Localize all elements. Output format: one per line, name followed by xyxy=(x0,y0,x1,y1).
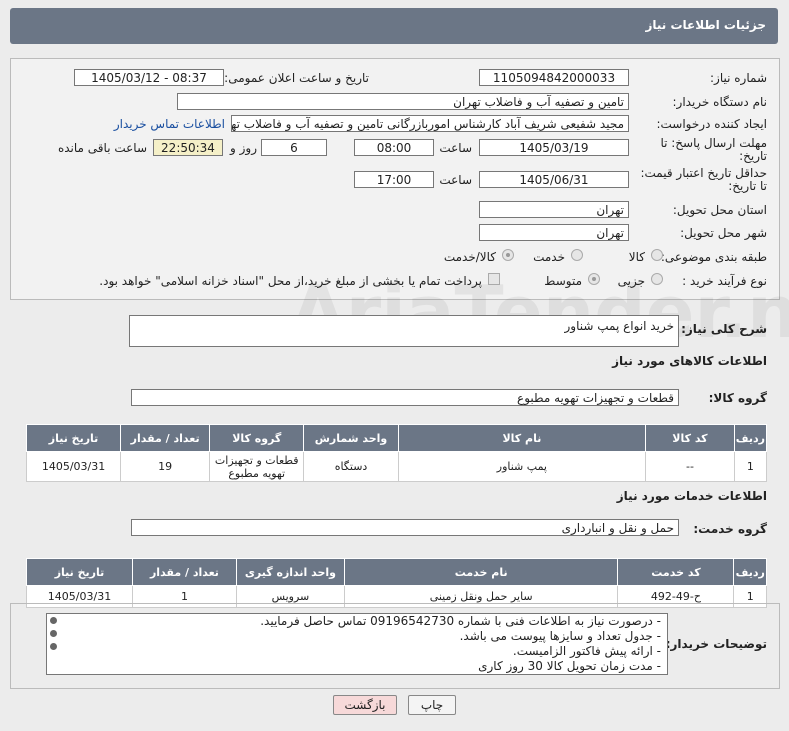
page-header: جزئیات اطلاعات نیاز xyxy=(10,8,778,44)
category-label: طبقه بندی موضوعی: xyxy=(660,250,767,264)
goods-cell-group: قطعات و تجهیزات تهویه مطبوع xyxy=(209,451,305,482)
scroll-up-dot-icon xyxy=(49,617,57,624)
days-field: 6 xyxy=(261,139,327,156)
reply-time-label: ساعت xyxy=(439,141,472,155)
summary-label: شرح کلی نیاز: xyxy=(681,322,767,336)
buyer-notes-field[interactable]: - درصورت نیاز به اطلاعات فنی با شماره 09… xyxy=(46,613,668,675)
province-field: تهران xyxy=(479,201,629,218)
buyer-notes-label: توضیحات خریدار: xyxy=(665,637,767,651)
goods-cell-date: 1405/03/31 xyxy=(25,451,122,482)
buyer-org-label: نام دستگاه خریدار: xyxy=(672,95,768,109)
treasury-payment-note: پرداخت تمام یا بخشی از مبلغ خرید،از محل … xyxy=(99,274,482,288)
treasury-payment-checkbox[interactable] xyxy=(488,273,500,285)
goods-group-field: قطعات و تجهیزات تهویه مطبوع xyxy=(131,389,679,406)
services-cell-row: 1 xyxy=(733,585,767,608)
goods-col-code: کد کالا xyxy=(645,424,735,452)
scroll-down-dot-icon xyxy=(49,643,57,650)
goods-col-date: تاریخ نیاز xyxy=(25,424,122,452)
scroll-thumb-icon xyxy=(49,630,57,637)
category-radio-goods-service[interactable] xyxy=(502,249,514,261)
creator-label: ایجاد کننده درخواست: xyxy=(656,117,767,131)
services-col-code: کد خدمت xyxy=(617,558,735,586)
goods-col-name: نام کالا xyxy=(397,424,647,452)
category-radio-goods[interactable] xyxy=(651,249,663,261)
validity-time-label: ساعت xyxy=(439,173,472,187)
city-label: شهر محل تحویل: xyxy=(680,226,767,240)
remaining-time-label: ساعت باقی مانده xyxy=(57,141,147,155)
goods-section-title: اطلاعات کالاهای مورد نیاز xyxy=(612,354,767,368)
goods-table-header: ردیف کد کالا نام کالا واحد شمارش گروه کا… xyxy=(25,424,768,452)
buyer-note-line: - ارائه پیش فاکتور الزامیست. xyxy=(512,644,661,658)
category-option-goods-service: کالا/خدمت xyxy=(443,250,496,264)
process-radio-minor[interactable] xyxy=(651,273,663,285)
services-cell-qty: 1 xyxy=(132,585,237,608)
category-radio-service[interactable] xyxy=(571,249,583,261)
services-table-header: ردیف کد خدمت نام خدمت واحد اندازه گیری ت… xyxy=(26,558,767,586)
services-col-date: تاریخ نیاز xyxy=(26,558,133,586)
process-type-label: نوع فرآیند خرید : xyxy=(682,274,767,288)
category-option-goods: کالا xyxy=(628,250,645,264)
process-option-medium: متوسط xyxy=(544,274,582,288)
goods-cell-unit: دستگاه xyxy=(303,451,399,482)
reply-time-field: 08:00 xyxy=(354,139,434,156)
services-cell-name: سایر حمل ونقل زمینی xyxy=(343,585,619,608)
goods-col-row: ردیف xyxy=(733,424,768,452)
goods-cell-name: پمپ شناور xyxy=(397,451,647,482)
need-number-field: 1105094842000033 xyxy=(479,69,629,86)
services-cell-unit: سرویس xyxy=(235,585,345,608)
validity-date-field: 1405/06/31 xyxy=(479,171,629,188)
process-radio-medium[interactable] xyxy=(588,273,600,285)
table-row: 1 -- پمپ شناور دستگاه قطعات و تجهیزات ته… xyxy=(25,451,768,482)
validity-time-field: 17:00 xyxy=(354,171,434,188)
services-group-label: گروه خدمت: xyxy=(693,522,767,536)
creator-field: مجید شفیعی شریف آباد کارشناس اموربازرگان… xyxy=(231,115,629,132)
remaining-time-field: 22:50:34 xyxy=(153,139,223,156)
city-field: تهران xyxy=(479,224,629,241)
page-title: جزئیات اطلاعات نیاز xyxy=(645,18,766,32)
reply-deadline-label: مهلت ارسال پاسخ: تا تاریخ: xyxy=(660,136,767,163)
back-button[interactable]: بازگشت xyxy=(333,695,397,715)
validity-label: حداقل تاریخ اعتبار قیمت: تا تاریخ: xyxy=(640,166,767,193)
buyer-note-line: - مدت زمان تحویل کالا 30 روز کاری xyxy=(478,659,661,673)
goods-cell-code: -- xyxy=(645,451,735,482)
buyer-note-line: - درصورت نیاز به اطلاعات فنی با شماره 09… xyxy=(260,614,661,628)
province-label: استان محل تحویل: xyxy=(672,203,767,217)
goods-cell-qty: 19 xyxy=(120,451,211,482)
summary-field: خرید انواع پمپ شناور xyxy=(129,315,679,347)
table-row: 1 ح-49-492 سایر حمل ونقل زمینی سرویس 1 1… xyxy=(26,585,767,608)
services-cell-date: 1405/03/31 xyxy=(26,585,133,608)
days-label: روز و xyxy=(230,141,257,155)
goods-table: ردیف کد کالا نام کالا واحد شمارش گروه کا… xyxy=(25,424,768,482)
services-col-unit: واحد اندازه گیری xyxy=(235,558,345,586)
announce-field: 1405/03/12 - 08:37 xyxy=(74,69,224,86)
goods-col-qty: تعداد / مقدار xyxy=(120,424,211,452)
category-option-service: خدمت xyxy=(533,250,565,264)
services-col-name: نام خدمت xyxy=(343,558,619,586)
services-col-qty: تعداد / مقدار xyxy=(132,558,237,586)
reply-date-field: 1405/03/19 xyxy=(479,139,629,156)
need-number-label: شماره نیاز: xyxy=(710,71,767,85)
print-button[interactable]: چاپ xyxy=(408,695,456,715)
goods-col-group: گروه کالا xyxy=(209,424,305,452)
services-group-field: حمل و نقل و انبارداری xyxy=(131,519,679,536)
goods-group-label: گروه کالا: xyxy=(708,391,767,405)
goods-cell-row: 1 xyxy=(733,451,768,482)
services-cell-code: ح-49-492 xyxy=(617,585,735,608)
services-col-row: ردیف xyxy=(733,558,767,586)
process-option-minor: جزیی xyxy=(617,274,645,288)
announce-label: تاریخ و ساعت اعلان عمومی: xyxy=(224,71,369,85)
services-section-title: اطلاعات خدمات مورد نیاز xyxy=(616,489,767,503)
notes-scrollbar[interactable] xyxy=(48,615,58,673)
buyer-note-line: - جدول تعداد و سایزها پیوست می باشد. xyxy=(459,629,661,643)
services-table: ردیف کد خدمت نام خدمت واحد اندازه گیری ت… xyxy=(26,558,767,608)
buyer-org-field: تامین و تصفیه آب و فاضلاب تهران xyxy=(177,93,629,110)
contact-info-link[interactable]: اطلاعات تماس خریدار xyxy=(114,117,225,131)
goods-col-unit: واحد شمارش xyxy=(303,424,399,452)
